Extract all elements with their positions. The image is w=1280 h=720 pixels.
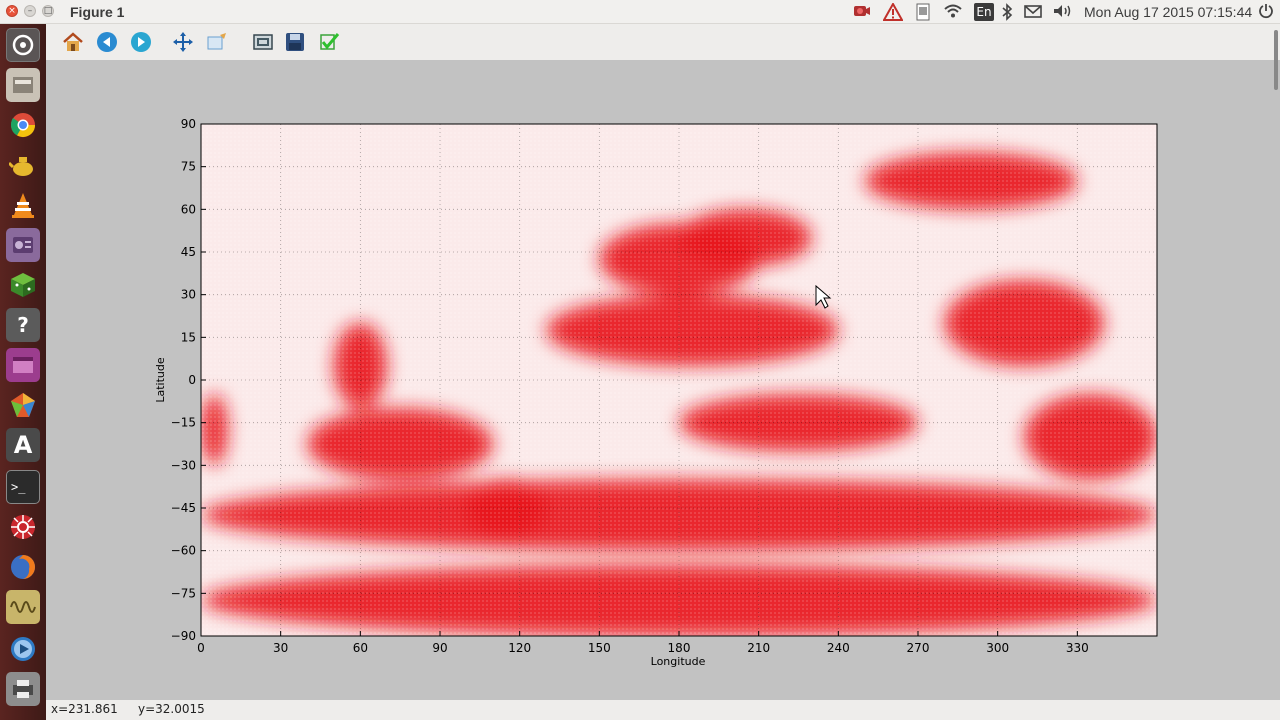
x-tick-label: 120 <box>508 641 531 655</box>
x-tick-label: 240 <box>827 641 850 655</box>
back-arrow-icon <box>97 32 117 52</box>
y-tick-label: 90 <box>181 117 196 131</box>
media-player-icon[interactable] <box>6 632 40 666</box>
settings-icon[interactable] <box>6 510 40 544</box>
chrome-icon[interactable] <box>6 108 40 142</box>
window-title: Figure 1 <box>70 4 125 20</box>
subplots-button[interactable] <box>250 30 276 54</box>
wave-icon[interactable] <box>6 590 40 624</box>
x-tick-label: 150 <box>588 641 611 655</box>
status-bar: x=231.861 y=32.0015 <box>46 700 1280 720</box>
cursor-y-readout: y=32.0015 <box>138 702 205 716</box>
y-tick-label: −75 <box>171 586 196 600</box>
y-tick-label: 75 <box>181 160 196 174</box>
home-button[interactable] <box>60 30 86 54</box>
vlc-icon[interactable] <box>6 188 40 222</box>
x-tick-label: 60 <box>353 641 368 655</box>
power-icon[interactable] <box>1256 3 1276 21</box>
forward-button[interactable] <box>128 30 154 54</box>
edit-axes-button[interactable] <box>316 30 342 54</box>
print-icon[interactable] <box>6 672 40 706</box>
x-tick-label: 0 <box>197 641 205 655</box>
volume-icon[interactable] <box>1052 3 1074 21</box>
clock[interactable]: Mon Aug 17 2015 07:15:44 <box>1084 4 1252 20</box>
font-icon[interactable]: A <box>6 428 40 462</box>
x-tick-label: 180 <box>668 641 691 655</box>
zoom-button[interactable] <box>204 30 230 54</box>
x-axis-label: Longitude <box>651 655 706 668</box>
y-tick-label: −90 <box>171 629 196 643</box>
forward-arrow-icon <box>131 32 151 52</box>
launcher: ? A >_ <box>0 24 46 720</box>
heatmap-plot[interactable]: 0 30 60 90 120 150 180 210 240 270 300 330 90756045… <box>46 60 1280 700</box>
wifi-icon[interactable] <box>942 3 964 21</box>
x-tick-label: 270 <box>907 641 930 655</box>
ubuntu-software-icon[interactable] <box>6 388 40 422</box>
warning-icon[interactable] <box>882 1 904 21</box>
y-axis-label: Latitude <box>154 357 167 403</box>
help-icon[interactable]: ? <box>6 308 40 342</box>
zoom-rect-icon <box>207 33 226 50</box>
mail-icon[interactable] <box>1022 3 1044 21</box>
maximize-window-button[interactable]: □ <box>42 5 54 17</box>
check-icon <box>320 33 340 50</box>
y-tick-label: −45 <box>171 501 196 515</box>
y-tick-label: 30 <box>181 288 196 302</box>
x-tick-label: 300 <box>986 641 1009 655</box>
y-tick-label: −60 <box>171 544 196 558</box>
x-tick-label: 90 <box>432 641 447 655</box>
pan-icon <box>173 32 193 52</box>
y-tick-label: 0 <box>188 373 196 387</box>
figure-canvas[interactable]: 0 30 60 90 120 150 180 210 240 270 300 330 90 75 60 45… <box>46 60 1280 700</box>
teapot-icon[interactable] <box>6 148 40 182</box>
firefox-icon[interactable] <box>6 550 40 584</box>
cursor-x-readout: x=231.861 <box>51 702 118 716</box>
toolbar <box>46 24 1280 60</box>
x-tick-label: 330 <box>1066 641 1089 655</box>
terminal-icon[interactable]: >_ <box>6 470 40 504</box>
y-tick-label: 15 <box>181 330 196 344</box>
document-icon[interactable] <box>914 3 932 21</box>
x-tick-label: 210 <box>747 641 770 655</box>
y-tick-label: 45 <box>181 245 196 259</box>
dash-icon[interactable] <box>6 28 40 62</box>
save-icon <box>286 33 304 51</box>
subplots-icon <box>253 34 273 50</box>
save-button[interactable] <box>282 30 308 54</box>
minimize-window-button[interactable]: – <box>24 5 36 17</box>
bluetooth-icon[interactable] <box>1000 3 1014 21</box>
x-tick-label: 30 <box>273 641 288 655</box>
y-tick-label: −30 <box>171 458 196 472</box>
back-button[interactable] <box>94 30 120 54</box>
app-icon[interactable] <box>6 348 40 382</box>
top-panel: × – □ Figure 1 En Mon Aug 17 2015 07:15:… <box>0 0 1280 24</box>
cube-icon[interactable] <box>6 268 40 302</box>
close-window-button[interactable]: × <box>6 5 18 17</box>
y-tick-label: −15 <box>171 416 196 430</box>
scrollbar[interactable] <box>1274 30 1278 90</box>
home-icon <box>63 32 83 51</box>
media-icon[interactable] <box>6 228 40 262</box>
y-tick-label: 60 <box>181 202 196 216</box>
pan-button[interactable] <box>170 30 196 54</box>
files-icon[interactable] <box>6 68 40 102</box>
record-icon[interactable] <box>852 3 872 21</box>
keyboard-icon[interactable]: En <box>974 3 994 21</box>
